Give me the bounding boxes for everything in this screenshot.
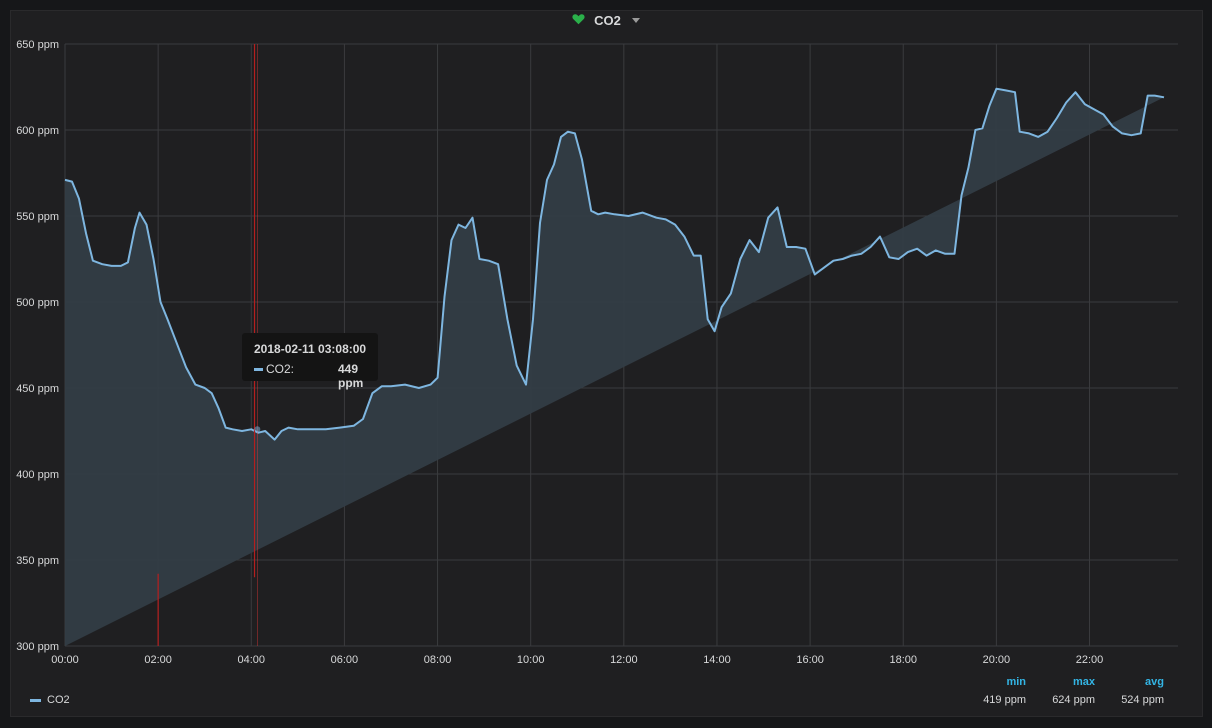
tooltip-series: CO2:	[254, 362, 294, 376]
x-tick-label: 04:00	[238, 654, 266, 666]
x-tick-label: 08:00	[424, 654, 452, 666]
y-tick-label: 500 ppm	[16, 297, 59, 309]
legend-value-avg: 524 ppm	[1121, 694, 1164, 706]
chart-area[interactable]: 300 ppm 350 ppm 400 ppm 450 ppm 500 ppm 550 p…	[0, 0, 1212, 728]
y-axis-ticks: 300 ppm 350 ppm 400 ppm 450 ppm 500 ppm 550 p…	[16, 39, 59, 653]
x-tick-label: 22:00	[1076, 654, 1104, 666]
tooltip-swatch	[254, 368, 263, 372]
legend-swatch	[30, 698, 41, 702]
y-tick-label: 550 ppm	[16, 211, 59, 223]
y-tick-label: 300 ppm	[16, 641, 59, 653]
x-tick-label: 16:00	[796, 654, 824, 666]
y-tick-label: 650 ppm	[16, 39, 59, 51]
x-tick-label: 00:00	[51, 654, 79, 666]
y-tick-label: 400 ppm	[16, 469, 59, 481]
legend-header-min[interactable]: min	[1000, 676, 1026, 688]
legend-value-min: 419 ppm	[983, 694, 1026, 706]
y-tick-label: 600 ppm	[16, 125, 59, 137]
y-tick-label: 450 ppm	[16, 383, 59, 395]
series-area-co2	[65, 88, 1164, 646]
x-tick-label: 10:00	[517, 654, 545, 666]
tooltip-series-label: CO2:	[266, 362, 295, 376]
legend-value-max: 624 ppm	[1052, 694, 1095, 706]
y-tick-label: 350 ppm	[16, 555, 59, 567]
legend-header-avg[interactable]: avg	[1130, 676, 1164, 688]
x-tick-label: 14:00	[703, 654, 731, 666]
x-axis-ticks: 00:00 02:00 04:00 06:00 08:00 10:00 12:00 14:00…	[51, 654, 1103, 666]
legend-series-label: CO2	[47, 694, 70, 706]
hover-point	[254, 426, 261, 433]
x-tick-label: 18:00	[889, 654, 917, 666]
legend-header-max[interactable]: max	[1060, 676, 1095, 688]
x-tick-label: 06:00	[331, 654, 359, 666]
tooltip-time: 2018-02-11 03:08:00	[254, 342, 367, 356]
x-tick-label: 02:00	[144, 654, 172, 666]
x-tick-label: 12:00	[610, 654, 638, 666]
tooltip-value: 449 ppm	[338, 362, 364, 390]
x-tick-label: 20:00	[983, 654, 1011, 666]
hover-tooltip: 2018-02-11 03:08:00 CO2: 449 ppm	[242, 333, 378, 390]
legend-item-co2[interactable]: CO2	[30, 694, 70, 706]
